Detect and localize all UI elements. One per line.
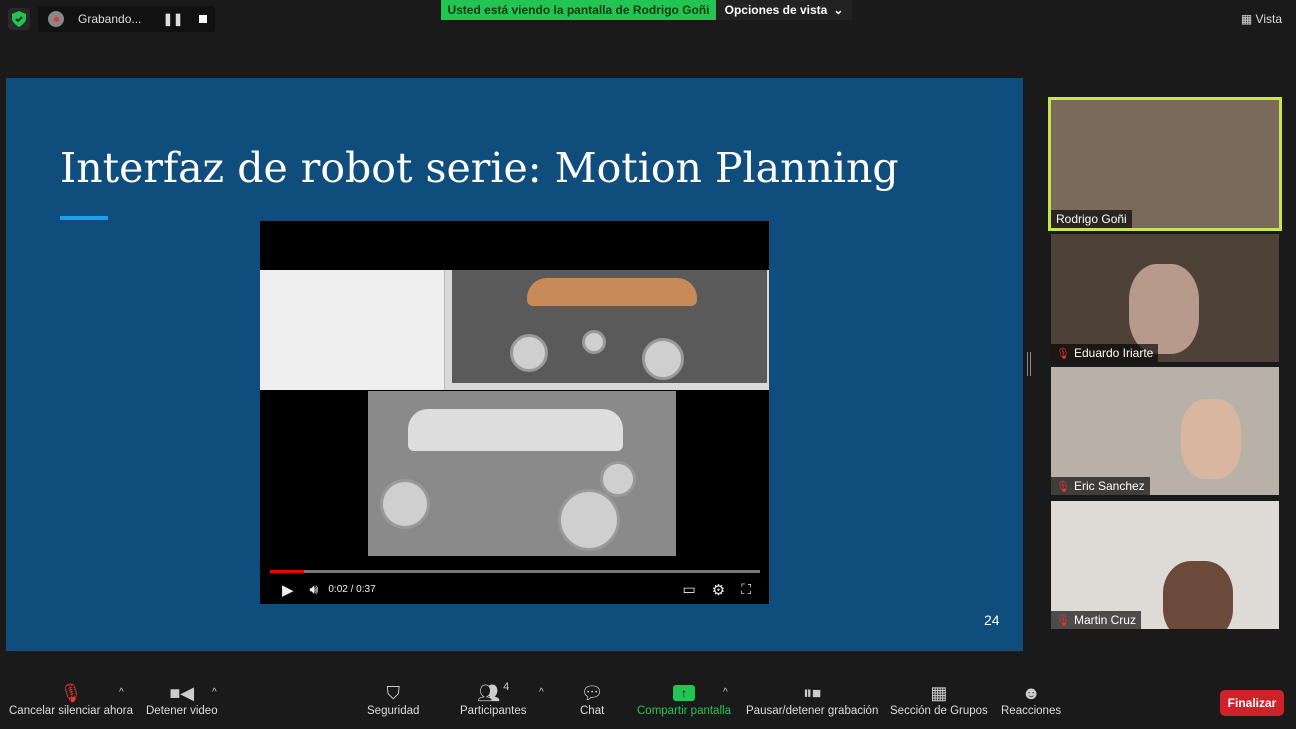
- security-shield-icon[interactable]: [8, 8, 30, 30]
- motion-planning-panel: [260, 270, 445, 390]
- smiley-add-icon: ☻: [1021, 682, 1041, 703]
- reactions-button[interactable]: ☻ Reacciones: [1001, 681, 1062, 718]
- panel-resize-handle[interactable]: [1027, 352, 1031, 376]
- participant-name: Eric Sanchez: [1073, 479, 1145, 493]
- unmute-button[interactable]: 🎙︎ Cancelar silenciar ahora: [9, 681, 134, 718]
- share-screen-label: Compartir pantalla: [637, 705, 731, 717]
- security-label: Seguridad: [367, 705, 420, 717]
- share-screen-icon: ↑: [672, 681, 695, 705]
- grid-icon: ▦: [1240, 12, 1256, 26]
- end-meeting-button[interactable]: Finalizar: [1220, 690, 1284, 716]
- muted-mic-icon: 🎙︎: [1056, 614, 1070, 627]
- share-options-caret[interactable]: ^: [723, 687, 728, 698]
- stop-recording-button[interactable]: [199, 15, 207, 23]
- recording-indicator: Grabando... ❚❚: [38, 6, 215, 32]
- video-time: 0:02 / 0:37: [328, 584, 376, 595]
- shared-screen-slide: Interfaz de robot serie: Motion Planning…: [6, 78, 1023, 651]
- participant-tile-martin[interactable]: 🎙︎ Martin Cruz: [1051, 501, 1279, 629]
- video-frame-rviz: [260, 270, 769, 390]
- pause-stop-recording-button[interactable]: ⏸⏹ Pausar/detener grabación: [746, 681, 879, 718]
- breakout-rooms-label: Sección de Grupos: [890, 705, 988, 717]
- slide-title: Interfaz de robot serie: Motion Planning: [60, 144, 899, 192]
- participant-tile-rodrigo[interactable]: Rodrigo Goñi: [1048, 97, 1282, 231]
- participants-button[interactable]: 👥︎ 4 Participantes: [460, 681, 526, 717]
- video-frame-gazebo: [368, 391, 676, 556]
- chat-bubble-icon: 💬︎: [580, 682, 604, 703]
- grid-icon: ▦: [930, 682, 948, 703]
- recording-label: Grabando...: [78, 12, 142, 26]
- meeting-toolbar: 🎙︎ Cancelar silenciar ahora ^ ■◀ Detener v…: [0, 675, 1296, 729]
- share-screen-button[interactable]: ↑ Compartir pantalla: [637, 681, 731, 717]
- video-progress-bar[interactable]: [270, 570, 760, 573]
- participants-label: Participantes: [460, 705, 527, 717]
- audio-options-caret[interactable]: ^: [119, 687, 124, 698]
- view-label: Vista: [1255, 12, 1282, 26]
- stop-video-button[interactable]: ■◀ Detener video: [146, 681, 218, 718]
- participant-name: Eduardo Iriarte: [1073, 346, 1154, 360]
- play-icon[interactable]: ▶: [282, 581, 294, 599]
- recording-controls-label: Pausar/detener grabación: [746, 705, 879, 717]
- title-underline: [60, 216, 108, 220]
- breakout-rooms-button[interactable]: ▦ Sección de Grupos: [890, 681, 988, 718]
- pause-recording-button[interactable]: ❚❚: [163, 12, 183, 26]
- chat-button[interactable]: 💬︎ Chat: [580, 681, 605, 718]
- video-controls: ▶ 🔊︎ 0:02 / 0:37 ▭ ⚙ ⛶: [260, 577, 769, 602]
- chevron-down-icon: ⌄: [833, 3, 844, 17]
- fullscreen-icon[interactable]: ⛶: [741, 581, 751, 598]
- participant-tile-eduardo[interactable]: 🎙︎ Eduardo Iriarte: [1051, 234, 1279, 362]
- muted-mic-icon: 🎙︎: [1056, 347, 1070, 360]
- subtitles-icon[interactable]: ▭: [683, 581, 696, 598]
- view-button[interactable]: ▦ Vista: [1241, 12, 1282, 26]
- settings-gear-icon[interactable]: ⚙: [712, 581, 725, 599]
- muted-mic-icon: 🎙︎: [1056, 480, 1070, 493]
- pause-stop-icon: ⏸⏹: [803, 682, 822, 703]
- shield-icon: ⛉: [386, 682, 400, 703]
- stop-video-label: Detener video: [146, 705, 218, 717]
- muted-mic-icon: 🎙︎: [59, 682, 83, 703]
- video-options-caret[interactable]: ^: [212, 687, 217, 698]
- participant-name: Martin Cruz: [1073, 613, 1136, 627]
- chat-label: Chat: [580, 705, 605, 717]
- video-camera-icon: ■◀: [169, 682, 195, 703]
- view-options-label: Opciones de vista: [724, 3, 828, 17]
- sharing-banner: Usted está viendo la pantalla de Rodrigo…: [441, 0, 716, 20]
- participant-name: Rodrigo Goñi: [1056, 212, 1127, 226]
- video-player[interactable]: ▶ 🔊︎ 0:02 / 0:37 ▭ ⚙ ⛶: [260, 221, 769, 604]
- volume-icon[interactable]: 🔊︎: [310, 581, 319, 598]
- reactions-label: Reacciones: [1001, 705, 1062, 717]
- rviz-3d-view: [452, 270, 767, 383]
- view-options-button[interactable]: Opciones de vista ⌄: [716, 0, 852, 20]
- slide-page-number: 24: [984, 612, 1000, 628]
- unmute-label: Cancelar silenciar ahora: [9, 705, 134, 717]
- participants-count: 4: [503, 681, 510, 693]
- security-button[interactable]: ⛉ Seguridad: [367, 681, 420, 718]
- participant-tile-eric[interactable]: 🎙︎ Eric Sanchez: [1051, 367, 1279, 495]
- participants-options-caret[interactable]: ^: [539, 687, 544, 698]
- participants-icon: 👥︎: [477, 682, 501, 703]
- recording-icon: [48, 11, 64, 27]
